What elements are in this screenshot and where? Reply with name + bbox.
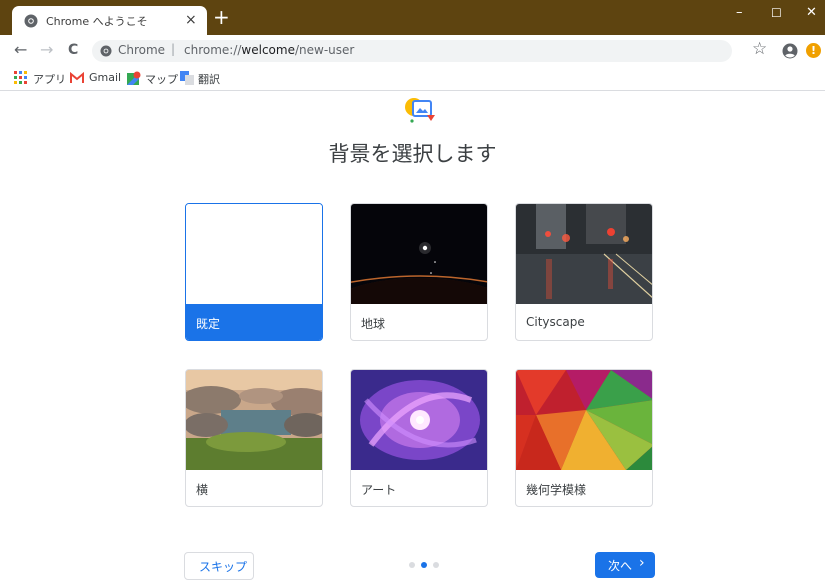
background-card-geometric[interactable]: 幾何学模様 [515,369,653,507]
chevron-right-icon: › [639,555,645,571]
tab-close-button[interactable]: × [185,10,197,30]
step-dot [409,562,415,568]
card-caption: 横 [186,470,322,506]
browser-tab[interactable]: Chrome へようこそ × [12,6,207,35]
card-caption: 地球 [351,304,487,340]
card-label: 横 [196,483,209,497]
new-tab-button[interactable]: + [213,7,230,27]
back-button[interactable]: ← [14,40,27,60]
card-caption: 既定 [186,304,322,340]
landscape-thumbnail [186,370,322,470]
background-card-cityscape[interactable]: Cityscape [515,203,653,341]
update-alert-icon[interactable]: ! [806,43,821,58]
profile-icon[interactable] [782,43,798,59]
bookmarks-bar: アプリ Gmail マップ 翻訳 [0,66,825,91]
card-label: Cityscape [526,315,585,329]
step-dot [433,562,439,568]
galaxy-art-thumbnail [351,370,487,470]
background-picker-icon [405,98,435,123]
card-label: アート [361,483,397,497]
cityscape-thumbnail [516,204,652,304]
next-label: 次へ [608,559,633,573]
card-label: 地球 [361,317,386,331]
forward-button[interactable]: → [40,40,53,60]
maps-icon [127,71,141,85]
reload-button[interactable]: C [68,40,78,60]
url-text: chrome://welcome/new-user [184,43,355,57]
title-bar: Chrome へようこそ × + – ☐ ✕ [0,0,825,35]
bookmark-label: マップ [145,73,178,86]
card-label: 幾何学模様 [526,483,587,497]
translate-icon [180,71,194,85]
maximize-button[interactable]: ☐ [771,3,782,23]
card-label: 既定 [196,317,221,331]
gmail-icon [70,72,84,83]
apps-grid-icon [14,71,27,84]
bookmark-label: 翻訳 [198,73,220,86]
background-card-landscape[interactable]: 横 [185,369,323,507]
close-window-button[interactable]: ✕ [806,3,817,23]
skip-label: スキップ [199,560,248,574]
chrome-site-icon [100,45,112,57]
step-dot-current [421,562,427,568]
url-separator: | [171,42,176,56]
tab-title: Chrome へようこそ [46,15,148,28]
card-caption: 幾何学模様 [516,470,652,506]
minimize-button[interactable]: – [736,3,743,23]
background-thumbnail [186,204,322,304]
chrome-icon [24,14,38,28]
page-title: 背景を選択します [328,142,497,166]
background-card-art[interactable]: アート [350,369,488,507]
bookmark-star-icon[interactable]: ☆ [752,39,767,59]
site-label: Chrome [118,43,166,57]
skip-button[interactable]: スキップ [184,552,254,580]
card-caption: Cityscape [516,304,652,340]
bookmark-label: Gmail [89,71,122,84]
bookmark-label: アプリ [33,73,66,86]
card-caption: アート [351,470,487,506]
next-button[interactable]: 次へ › [595,552,655,578]
browser-toolbar: ← → C Chrome | chrome://welcome/new-user… [0,35,825,66]
earth-thumbnail [351,204,487,304]
geometric-pattern-thumbnail [516,370,652,470]
background-card-earth[interactable]: 地球 [350,203,488,341]
address-bar[interactable]: Chrome | chrome://welcome/new-user [92,40,732,62]
background-card-default[interactable]: 既定 [185,203,323,341]
